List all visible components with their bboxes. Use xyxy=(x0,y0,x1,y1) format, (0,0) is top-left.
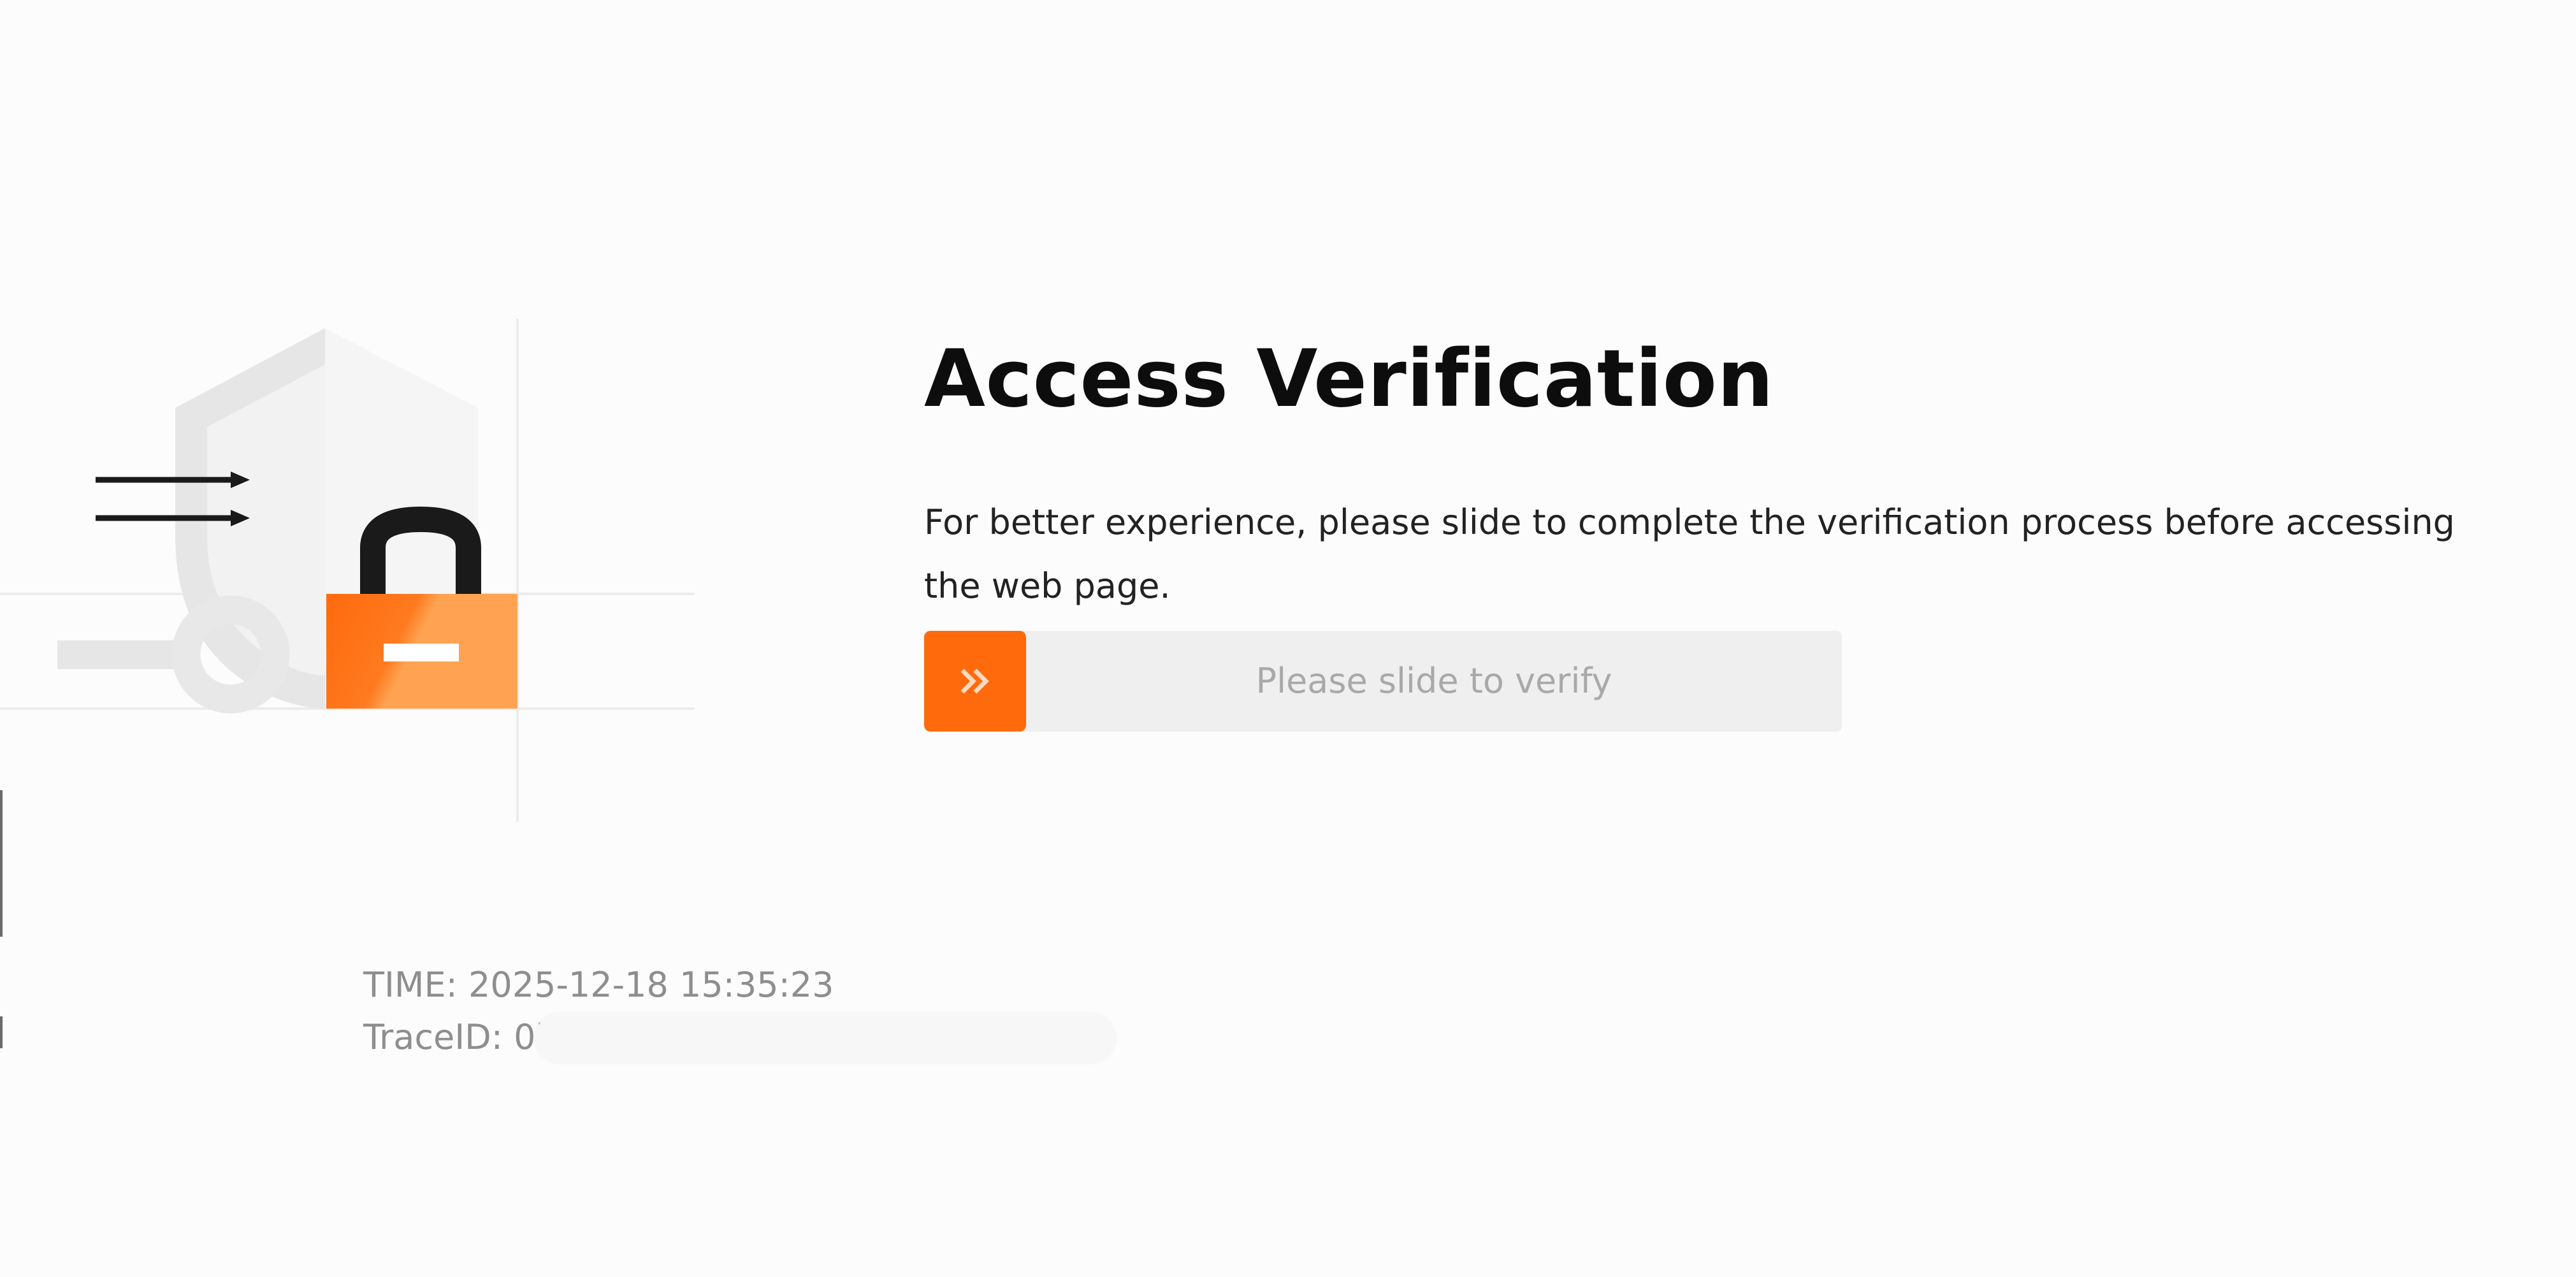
access-verification-page: Access Verification For better experienc… xyxy=(0,0,2576,1277)
slide-verify-track[interactable]: Please slide to verify xyxy=(924,631,1842,732)
slide-verify-placeholder: Please slide to verify xyxy=(1255,661,1612,701)
security-illustration xyxy=(0,319,695,822)
key-stem-shape xyxy=(57,640,185,669)
edge-mark xyxy=(0,1016,3,1048)
slide-verify-handle[interactable] xyxy=(924,631,1026,732)
verification-content: Access Verification For better experienc… xyxy=(924,328,2486,618)
page-description: For better experience, please slide to c… xyxy=(924,502,2455,606)
double-chevron-right-icon xyxy=(960,668,989,694)
redaction-overlay xyxy=(535,1013,1115,1063)
edge-mark xyxy=(0,790,3,937)
page-title: Access Verification xyxy=(924,333,1774,425)
time-label: TIME: 2025-12-18 15:35:23 xyxy=(363,965,834,1005)
